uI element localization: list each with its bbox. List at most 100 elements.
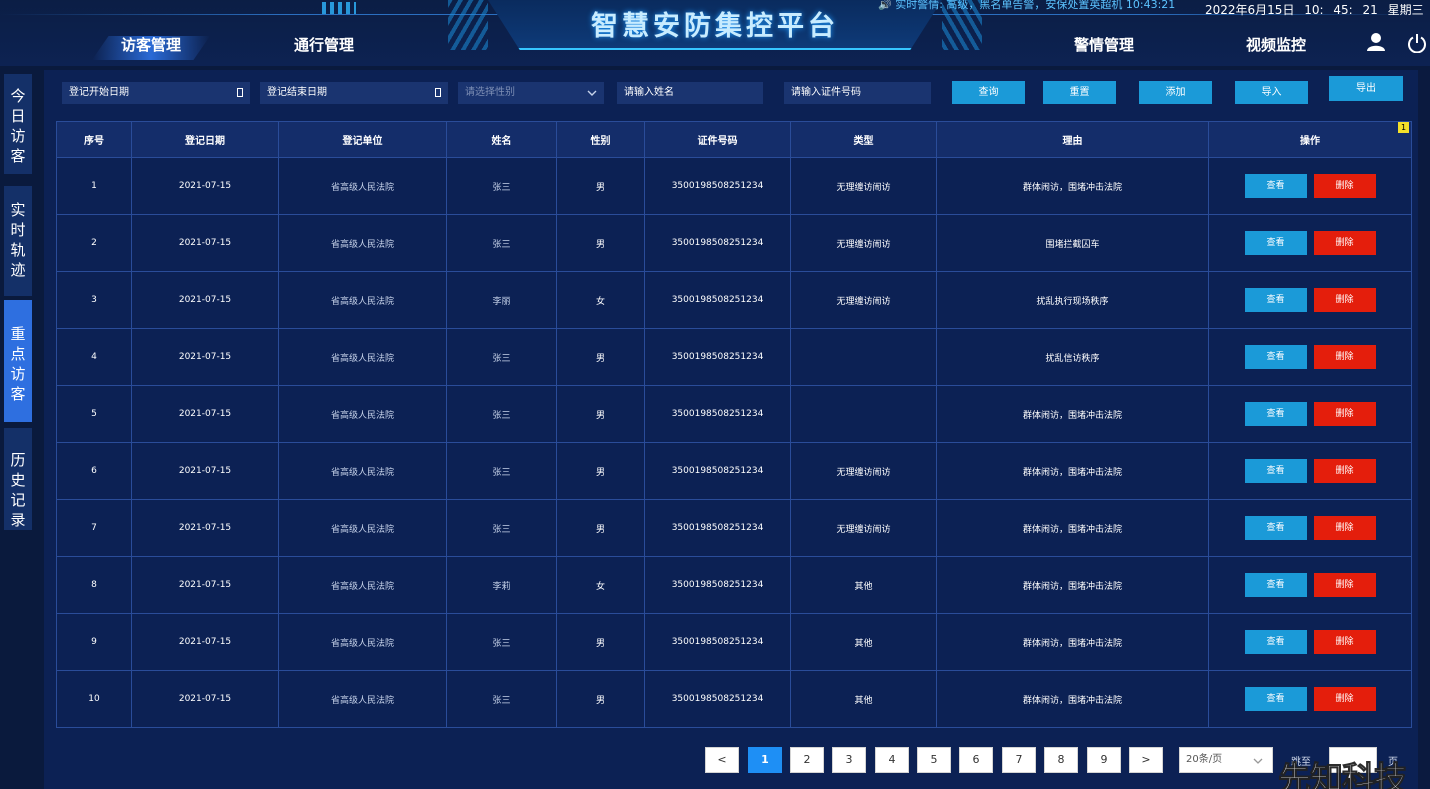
view-button[interactable]: 查看 <box>1244 573 1307 597</box>
id-number-input[interactable]: 请输入证件号码 <box>784 82 931 104</box>
page-button-7[interactable]: 7 <box>1002 747 1036 773</box>
sidebar-item-today-visitors[interactable]: 今日访客 <box>4 74 32 174</box>
end-date-field[interactable]: 登记结束日期 <box>260 82 448 104</box>
table-row: 8 2021-07-15 省高级人民法院 李莉女 3500198508251234 其他群… <box>56 556 1412 614</box>
cell-no: 6 <box>56 442 132 500</box>
view-button[interactable]: 查看 <box>1244 516 1307 540</box>
cell-date: 2021-07-15 <box>131 157 279 215</box>
sidebar-item-realtime-track[interactable]: 实时轨迹 <box>4 186 32 296</box>
gender-placeholder: 请选择性别 <box>465 87 515 98</box>
chevron-down-icon <box>1253 758 1263 764</box>
watermark-text: 先知科技 <box>1278 759 1408 789</box>
cell-id: 3500198508251234 <box>644 499 791 557</box>
import-button[interactable]: 导入 <box>1235 81 1308 104</box>
title-decoration-left <box>448 0 488 50</box>
view-button[interactable]: 查看 <box>1244 687 1307 711</box>
add-button[interactable]: 添加 <box>1139 81 1212 104</box>
cell-name: 张三 <box>446 670 557 728</box>
cell-id: 3500198508251234 <box>644 328 791 386</box>
view-button[interactable]: 查看 <box>1244 288 1307 312</box>
cell-date: 2021-07-15 <box>131 499 279 557</box>
cell-unit: 省高级人民法院 <box>278 499 447 557</box>
next-page-button[interactable]: > <box>1129 747 1163 773</box>
cell-date: 2021-07-15 <box>131 214 279 272</box>
query-button[interactable]: 查询 <box>952 81 1025 104</box>
view-button[interactable]: 查看 <box>1244 231 1307 255</box>
user-icon[interactable] <box>1366 32 1386 52</box>
cell-gender: 男 <box>556 328 645 386</box>
cell-name: 李莉 <box>446 556 557 614</box>
view-button[interactable]: 查看 <box>1244 630 1307 654</box>
power-icon[interactable] <box>1407 33 1427 53</box>
sidebar-item-key-visitors[interactable]: 重点访客 <box>4 300 32 422</box>
cell-actions: 查看 删除 <box>1208 271 1412 329</box>
delete-button[interactable]: 删除 <box>1313 288 1376 312</box>
cell-name: 张三 <box>446 328 557 386</box>
delete-button[interactable]: 删除 <box>1313 402 1376 426</box>
delete-button[interactable]: 删除 <box>1313 687 1376 711</box>
delete-button[interactable]: 删除 <box>1313 174 1376 198</box>
delete-button[interactable]: 删除 <box>1313 459 1376 483</box>
cell-unit: 省高级人民法院 <box>278 442 447 500</box>
datetime: 2022年6月15日 10: 45: 21 星期三 <box>1205 1 1424 18</box>
col-header-unit: 登记单位 <box>278 121 447 158</box>
delete-button[interactable]: 删除 <box>1313 516 1376 540</box>
calendar-icon <box>435 88 441 97</box>
cell-type: 无理缠访闹访 <box>790 214 937 272</box>
cell-reason: 群体闹访，围堵冲击法院 <box>936 499 1209 557</box>
table-row: 4 2021-07-15 省高级人民法院 张三男 3500198508251234 扰乱信… <box>56 328 1412 386</box>
cell-gender: 男 <box>556 670 645 728</box>
name-input[interactable]: 请输入姓名 <box>617 82 763 104</box>
sidebar-item-label: 历史记录 <box>10 451 26 529</box>
cell-actions: 查看 删除 <box>1208 442 1412 500</box>
page-button-6[interactable]: 6 <box>959 747 993 773</box>
page-button-5[interactable]: 5 <box>917 747 951 773</box>
view-button[interactable]: 查看 <box>1244 345 1307 369</box>
cell-gender: 男 <box>556 385 645 443</box>
export-button[interactable]: 导出 <box>1329 76 1403 101</box>
visitor-table: 序号 登记日期 登记单位 姓名 性别 证件号码 类型 理由 操作 1 2021-0… <box>56 121 1412 728</box>
nav-access-management[interactable]: 通行管理 <box>294 36 354 60</box>
chevron-down-icon <box>587 90 597 96</box>
page-size-select[interactable]: 20条/页 <box>1179 747 1273 773</box>
calendar-icon <box>237 88 243 97</box>
scrollbar-track[interactable] <box>1418 70 1430 789</box>
delete-button[interactable]: 删除 <box>1313 231 1376 255</box>
cell-date: 2021-07-15 <box>131 271 279 329</box>
cell-unit: 省高级人民法院 <box>278 556 447 614</box>
cell-gender: 女 <box>556 556 645 614</box>
cell-actions: 查看 删除 <box>1208 613 1412 671</box>
alert-ticker[interactable]: 🔊 实时警情: 高级，黑名单告警，安保处置英超机 10:43:21 <box>878 0 1178 10</box>
delete-button[interactable]: 删除 <box>1313 630 1376 654</box>
start-date-label: 登记开始日期 <box>69 87 129 98</box>
table-row: 10 2021-07-15 省高级人民法院 张三男 3500198508251234 其他… <box>56 670 1412 728</box>
page-button-2[interactable]: 2 <box>790 747 824 773</box>
nav-alarm-management[interactable]: 警情管理 <box>1074 36 1134 60</box>
sidebar-item-label: 今日访客 <box>10 87 26 165</box>
cell-actions: 查看 删除 <box>1208 328 1412 386</box>
start-date-field[interactable]: 登记开始日期 <box>62 82 250 104</box>
time-text: 10: 45: 21 <box>1304 3 1378 17</box>
page-button-3[interactable]: 3 <box>832 747 866 773</box>
cell-id: 3500198508251234 <box>644 271 791 329</box>
page-button-4[interactable]: 4 <box>875 747 909 773</box>
view-button[interactable]: 查看 <box>1244 402 1307 426</box>
reset-button[interactable]: 重置 <box>1043 81 1116 104</box>
col-header-date: 登记日期 <box>131 121 279 158</box>
delete-button[interactable]: 删除 <box>1313 345 1376 369</box>
view-button[interactable]: 查看 <box>1244 459 1307 483</box>
sidebar-item-history[interactable]: 历史记录 <box>4 428 32 530</box>
page-button-8[interactable]: 8 <box>1044 747 1078 773</box>
page-button-9[interactable]: 9 <box>1087 747 1121 773</box>
prev-page-button[interactable]: < <box>705 747 739 773</box>
col-header-id: 证件号码 <box>644 121 791 158</box>
cell-actions: 查看 删除 <box>1208 556 1412 614</box>
nav-video-monitoring[interactable]: 视频监控 <box>1246 36 1306 60</box>
delete-button[interactable]: 删除 <box>1313 573 1376 597</box>
gender-select[interactable]: 请选择性别 <box>458 82 604 104</box>
view-button[interactable]: 查看 <box>1244 174 1307 198</box>
nav-visitor-management[interactable]: 访客管理 <box>92 36 210 60</box>
page-button-1[interactable]: 1 <box>748 747 782 773</box>
cell-unit: 省高级人民法院 <box>278 271 447 329</box>
cell-id: 3500198508251234 <box>644 442 791 500</box>
